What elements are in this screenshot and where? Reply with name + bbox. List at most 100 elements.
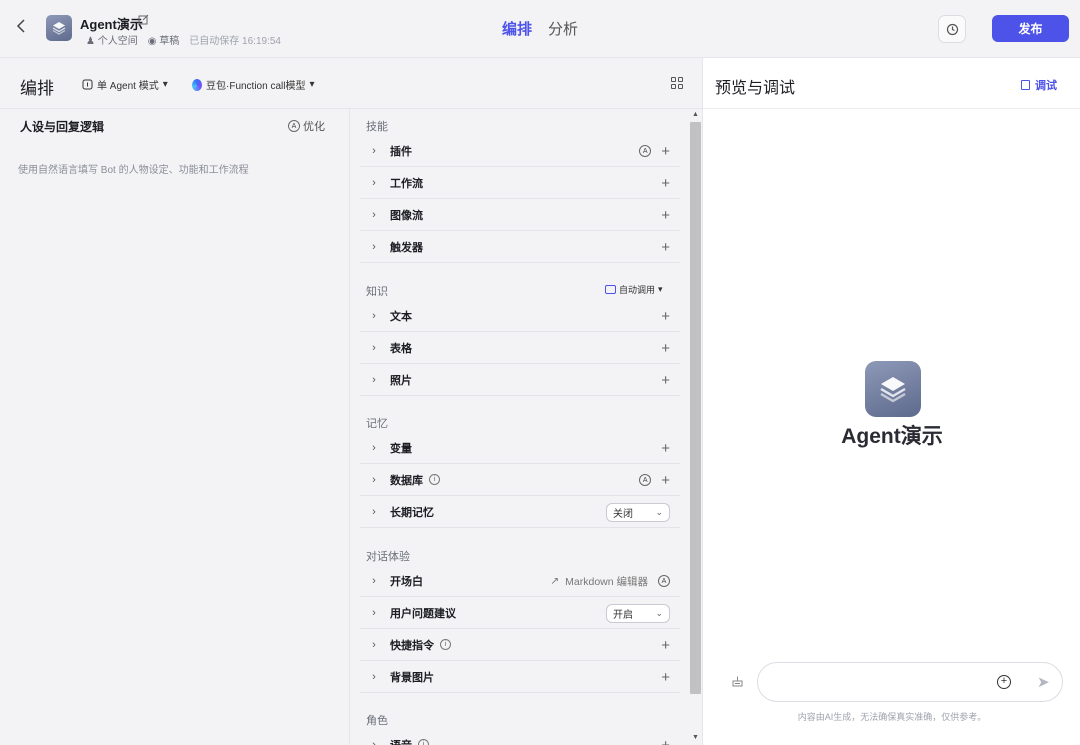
add-icon[interactable]: +	[661, 373, 670, 388]
chat-input[interactable]	[757, 662, 1063, 702]
skill-label: 图像流	[390, 209, 423, 222]
add-attachment-icon[interactable]: +	[997, 675, 1011, 689]
add-icon[interactable]: +	[661, 638, 670, 653]
persona-title: 人设与回复逻辑	[20, 120, 105, 134]
preview-header: 预览与调试 调试	[703, 58, 1080, 109]
scroll-up-arrow-icon[interactable]: ▲	[692, 111, 699, 118]
tab-orchestrate[interactable]: 编排	[502, 18, 532, 39]
agent-mode-select[interactable]: 单 Agent 模式 ▾	[82, 77, 168, 92]
top-bar: Agent演示 ♟ 个人空间 ◉ 草稿 已自动保存 16:19:54 编排 分析…	[0, 0, 1080, 58]
chevron-right-icon: ›	[372, 240, 376, 253]
info-icon[interactable]: i	[429, 474, 440, 485]
info-icon[interactable]: i	[440, 639, 451, 650]
add-icon[interactable]: +	[661, 670, 670, 685]
tab-analysis[interactable]: 分析	[548, 18, 578, 39]
chevron-right-icon: ›	[372, 638, 376, 651]
memory-row-long-term[interactable]: › 长期记忆 关闭 ⌄	[360, 496, 680, 528]
ai-disclaimer: 内容由AI生成，无法确保真实准确，仅供参考。	[797, 712, 987, 722]
skill-label: 触发器	[390, 241, 423, 254]
clear-history-icon[interactable]	[731, 675, 745, 689]
skill-row-imageflow[interactable]: › 图像流 +	[360, 199, 680, 231]
preview-bot-avatar	[865, 361, 921, 417]
editor-title: 编排	[20, 79, 54, 98]
grid-icon[interactable]	[671, 77, 683, 89]
persona-input[interactable]: 使用自然语言填写 Bot 的人物设定、功能和工作流程	[18, 161, 338, 176]
dialog-row-suggestions[interactable]: › 用户问题建议 开启 ⌄	[360, 597, 680, 629]
dialog-row-opening[interactable]: › 开场白 ↗ Markdown 编辑器 A	[360, 565, 680, 597]
memory-label: 变量	[390, 442, 412, 455]
auto-icon[interactable]: A	[658, 575, 670, 587]
debug-label: 调试	[1035, 80, 1057, 92]
add-icon[interactable]: +	[661, 341, 670, 356]
section-dialog-label: 对话体验	[366, 551, 410, 563]
model-select[interactable]: 豆包·Function call模型 ▾	[192, 77, 315, 92]
agent-mode-label: 单 Agent 模式	[97, 81, 159, 92]
chevron-left-icon	[16, 19, 25, 33]
section-role-label: 角色	[366, 715, 388, 727]
preview-panel: 预览与调试 调试 Agent演示 + ➤ 内容由AI生成，无法确保真实准确，仅供…	[702, 58, 1080, 745]
doubao-logo-icon	[192, 78, 202, 91]
markdown-editor-button[interactable]: ↗ Markdown 编辑器	[550, 574, 648, 589]
auto-call-select[interactable]: 自动调用 ▾	[605, 283, 663, 296]
role-row-voice[interactable]: › 语音 i +	[360, 729, 680, 745]
preview-bot-name: Agent演示	[841, 425, 943, 448]
memory-label: 数据库	[390, 474, 423, 487]
skill-row-plugins[interactable]: › 插件 A +	[360, 135, 680, 167]
knowledge-label: 文本	[390, 310, 412, 323]
chevron-down-icon: ⌄	[655, 607, 663, 618]
optimize-button[interactable]: A 优化	[288, 118, 325, 134]
markdown-editor-label: Markdown 编辑器	[565, 575, 648, 588]
chevron-down-icon: ⌄	[655, 506, 663, 517]
skill-row-workflow[interactable]: › 工作流 +	[360, 167, 680, 199]
role-label: 语音	[390, 737, 412, 745]
history-button[interactable]	[938, 15, 966, 43]
history-icon	[946, 23, 958, 35]
memory-label: 长期记忆	[390, 506, 434, 519]
suggestions-value: 开启	[613, 609, 633, 621]
document-icon	[1021, 80, 1030, 90]
debug-button[interactable]: 调试	[1021, 77, 1057, 93]
back-chevron-icon[interactable]	[16, 18, 32, 38]
send-icon[interactable]: ➤	[1037, 673, 1050, 691]
suggestions-select[interactable]: 开启 ⌄	[606, 603, 670, 623]
memory-row-variables[interactable]: › 变量 +	[360, 432, 680, 464]
scroll-down-arrow-icon[interactable]: ▼	[692, 734, 699, 741]
chevron-right-icon: ›	[372, 505, 376, 518]
chevron-right-icon: ›	[372, 606, 376, 619]
caret-down-icon: ▾	[658, 284, 663, 294]
add-icon[interactable]: +	[661, 208, 670, 223]
publish-button[interactable]: 发布	[992, 15, 1069, 42]
skill-label: 工作流	[390, 177, 423, 190]
knowledge-row-photo[interactable]: › 照片 +	[360, 364, 680, 396]
add-icon[interactable]: +	[661, 176, 670, 191]
add-icon[interactable]: +	[661, 738, 670, 745]
auto-icon[interactable]: A	[639, 474, 652, 486]
dialog-row-background[interactable]: › 背景图片 +	[360, 661, 680, 693]
auto-icon[interactable]: A	[639, 145, 652, 157]
dialog-label: 用户问题建议	[390, 607, 456, 620]
skill-row-trigger[interactable]: › 触发器 +	[360, 231, 680, 263]
knowledge-row-table[interactable]: › 表格 +	[360, 332, 680, 364]
add-icon[interactable]: +	[661, 441, 670, 456]
add-icon[interactable]: +	[661, 473, 670, 488]
add-icon[interactable]: +	[661, 144, 670, 159]
knowledge-row-text[interactable]: › 文本 +	[360, 300, 680, 332]
layers-icon	[52, 22, 66, 35]
add-icon[interactable]: +	[661, 309, 670, 324]
long-memory-value: 关闭	[613, 508, 633, 520]
editor-header: 编排 单 Agent 模式 ▾ 豆包·Function call模型 ▾	[0, 58, 702, 109]
scrollbar-thumb[interactable]	[690, 122, 701, 694]
edit-icon[interactable]	[138, 14, 149, 28]
chevron-right-icon: ›	[372, 341, 376, 354]
mode-icon	[82, 79, 93, 90]
chevron-right-icon: ›	[372, 176, 376, 189]
bot-name: Agent演示	[80, 17, 143, 32]
memory-row-database[interactable]: › 数据库 i A +	[360, 464, 680, 496]
add-icon[interactable]: +	[661, 240, 670, 255]
dialog-row-shortcuts[interactable]: › 快捷指令 i +	[360, 629, 680, 661]
long-memory-select[interactable]: 关闭 ⌄	[606, 502, 670, 522]
chevron-right-icon: ›	[372, 373, 376, 386]
info-icon[interactable]: i	[418, 739, 429, 745]
layers-icon	[880, 377, 906, 403]
skills-panel: 技能 › 插件 A + › 工作流 + › 图像流 + › 触发器 + 知识 自动…	[351, 109, 689, 745]
